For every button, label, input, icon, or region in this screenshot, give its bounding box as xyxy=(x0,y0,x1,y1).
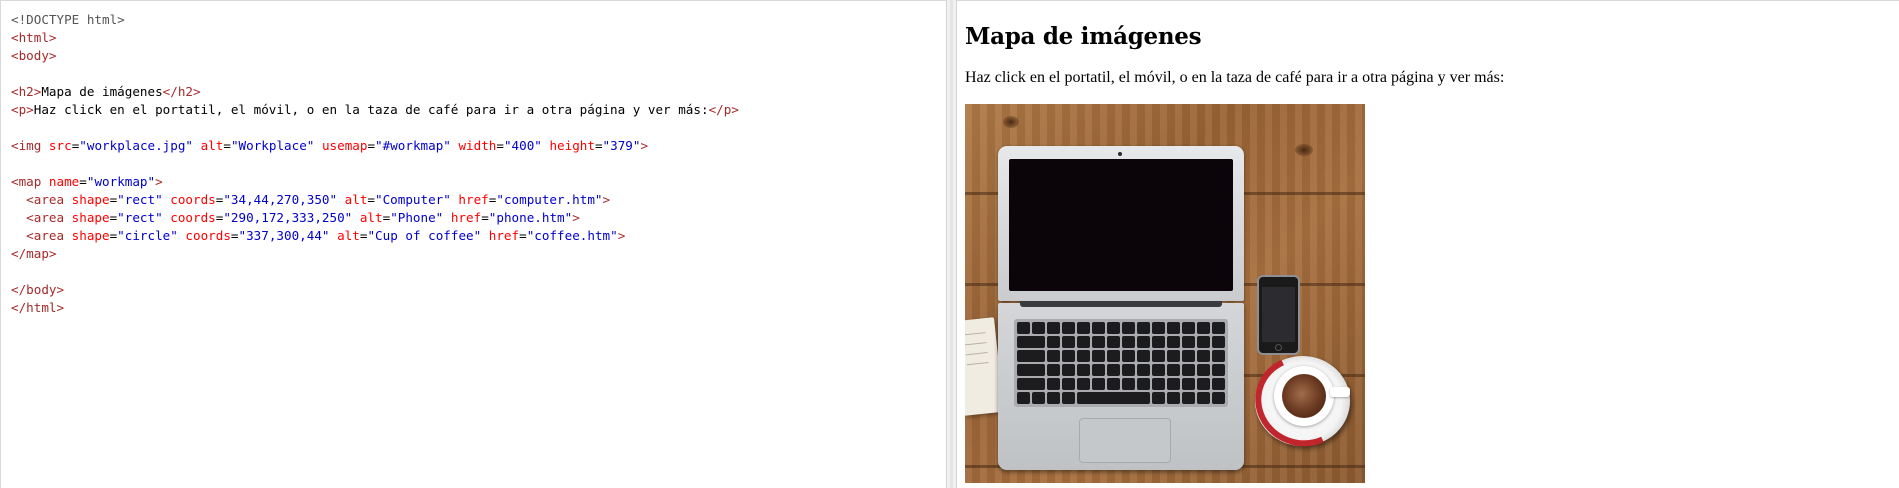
result-pane: Mapa de imágenes Haz click en el portati… xyxy=(957,0,1899,488)
code-token-tag: > xyxy=(640,138,649,153)
code-token-tag: <html> xyxy=(11,30,57,45)
code-token-tag: </map> xyxy=(11,246,57,261)
code-token-tag: <body> xyxy=(11,48,57,63)
code-token-val: "workmap" xyxy=(86,174,156,189)
code-token-val: "phone.htm" xyxy=(488,210,573,225)
code-line: </map> xyxy=(11,245,940,263)
code-token-tag: > xyxy=(617,228,626,243)
code-token-val: "rect" xyxy=(117,192,163,207)
code-token-val: "workplace.jpg" xyxy=(79,138,194,153)
code-listing[interactable]: <!DOCTYPE html> <html> <body> <h2>Mapa de … xyxy=(11,11,940,317)
code-token-text: = xyxy=(230,228,239,243)
code-token-attr: name xyxy=(41,174,80,189)
code-line: <area shape="rect" coords="290,172,333,2… xyxy=(11,209,940,227)
code-line: <html> xyxy=(11,29,940,47)
code-token-attr: coords xyxy=(177,228,231,243)
code-token-tag: <p> xyxy=(11,102,34,117)
code-token-attr: shape xyxy=(64,210,110,225)
code-line: <p>Haz click en el portatil, el móvil, o… xyxy=(11,101,940,119)
area-phone[interactable] xyxy=(1255,276,1298,354)
code-line: <body> xyxy=(11,47,940,65)
code-token-attr: width xyxy=(450,138,497,153)
code-token-attr: href xyxy=(481,228,520,243)
code-line: </body> xyxy=(11,281,940,299)
code-token-tag: </body> xyxy=(11,282,65,297)
code-token-tag: <img xyxy=(11,138,42,153)
code-token-val: "Phone" xyxy=(390,210,444,225)
page-title: Mapa de imágenes xyxy=(965,23,1202,50)
code-token-text: = xyxy=(367,192,376,207)
code-token-tag: > xyxy=(572,210,580,225)
divider-grip[interactable] xyxy=(950,0,953,488)
code-token-tag: <map xyxy=(11,174,42,189)
code-token-attr: usemap xyxy=(314,138,368,153)
code-token-tag: <area xyxy=(11,192,65,207)
code-token-val: "#workmap" xyxy=(375,138,451,153)
code-token-text: = xyxy=(496,138,504,153)
code-token-attr: alt xyxy=(193,138,224,153)
code-token-text: = xyxy=(594,138,603,153)
code-token-val: "379" xyxy=(602,138,641,153)
code-token-attr: height xyxy=(541,138,595,153)
area-coffee[interactable] xyxy=(1258,360,1346,448)
code-token-attr: alt xyxy=(352,210,383,225)
code-token-val: "circle" xyxy=(117,228,178,243)
code-token-attr: src xyxy=(41,138,72,153)
code-line: </html> xyxy=(11,299,940,317)
code-token-attr: shape xyxy=(64,228,110,243)
code-line: <area shape="rect" coords="34,44,270,350… xyxy=(11,191,940,209)
code-token-tag: <h2> xyxy=(11,84,42,99)
code-token-attr: coords xyxy=(162,210,216,225)
code-token-attr: alt xyxy=(337,192,368,207)
wood-knot xyxy=(1295,144,1313,156)
code-token-val: "337,300,44" xyxy=(238,228,330,243)
code-token-val: "34,44,270,350" xyxy=(223,192,338,207)
code-line: <h2>Mapa de imágenes</h2> xyxy=(11,83,940,101)
instruction-text: Haz click en el portatil, el móvil, o en… xyxy=(965,69,1505,86)
code-token-text: = xyxy=(367,138,376,153)
code-token-val: "computer.htm" xyxy=(496,192,603,207)
code-token-tag: <area xyxy=(11,210,65,225)
code-token-tag: </h2> xyxy=(162,84,201,99)
code-token-tag: <area xyxy=(11,228,65,243)
code-token-attr: alt xyxy=(329,228,360,243)
code-token-text: = xyxy=(481,210,489,225)
code-token-val: "Cup of coffee" xyxy=(367,228,482,243)
code-token-tag: </html> xyxy=(11,300,65,315)
code-token-val: "400" xyxy=(503,138,542,153)
code-token-attr: coords xyxy=(162,192,216,207)
code-editor[interactable]: <!DOCTYPE html> <html> <body> <h2>Mapa de … xyxy=(0,0,946,488)
code-line: <area shape="circle" coords="337,300,44"… xyxy=(11,227,940,245)
code-token-val: "coffee.htm" xyxy=(526,228,618,243)
code-token-val: "Workplace" xyxy=(230,138,315,153)
code-line: <img src="workplace.jpg" alt="Workplace"… xyxy=(11,137,940,155)
pane-divider[interactable] xyxy=(946,0,957,488)
code-token-text: = xyxy=(79,174,87,189)
code-token-attr: href xyxy=(450,192,489,207)
code-token-doctype: <!DOCTYPE html> xyxy=(11,12,125,27)
workplace-image[interactable] xyxy=(965,104,1365,483)
code-token-tag: > xyxy=(602,192,611,207)
code-line: <!DOCTYPE html> xyxy=(11,11,940,29)
code-token-val: "rect" xyxy=(117,210,163,225)
code-token-text: = xyxy=(223,138,231,153)
area-computer[interactable] xyxy=(999,148,1235,454)
code-token-text: = xyxy=(519,228,527,243)
code-line: <map name="workmap"> xyxy=(11,173,940,191)
code-token-text: Haz click en el portatil, el móvil, o en… xyxy=(33,102,709,117)
code-token-tag: </p> xyxy=(708,102,739,117)
code-token-attr: href xyxy=(443,210,482,225)
code-token-attr: shape xyxy=(64,192,110,207)
code-token-tag: > xyxy=(155,174,163,189)
wood-knot xyxy=(1003,116,1019,128)
code-token-val: "Computer" xyxy=(375,192,451,207)
code-token-text: Mapa de imágenes xyxy=(41,84,163,99)
code-token-val: "290,172,333,250" xyxy=(223,210,353,225)
